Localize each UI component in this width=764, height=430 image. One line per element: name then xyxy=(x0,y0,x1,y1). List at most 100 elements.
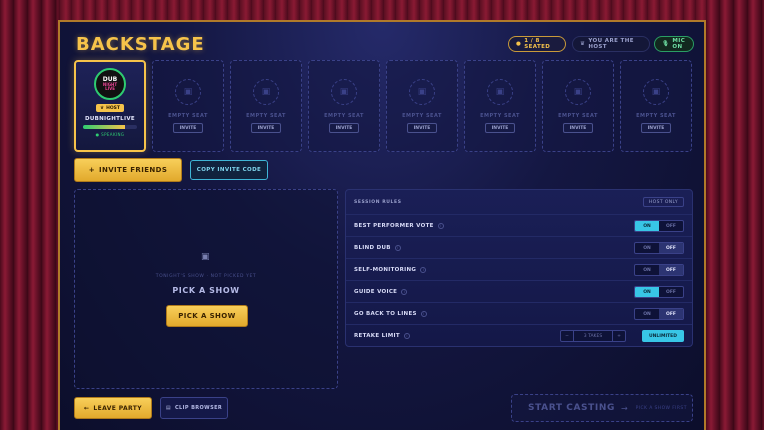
rule-toggle: ON OFF xyxy=(634,286,684,298)
toggle-off-option[interactable]: OFF xyxy=(659,243,683,253)
show-picker-panel: ▣ TONIGHT'S SHOW · NOT PICKED YET PICK A… xyxy=(74,189,338,389)
toggle-on-option[interactable]: ON xyxy=(635,309,659,319)
seated-count-label: 1 / 8 SEATED xyxy=(524,38,551,50)
seat-invite-button[interactable]: INVITE xyxy=(251,123,281,133)
mic-toggle[interactable]: 🎙 MIC ON xyxy=(654,36,694,52)
leave-party-button[interactable]: ← LEAVE PARTY xyxy=(74,397,152,419)
crown-icon: ♛ xyxy=(100,105,105,111)
rule-toggle: ON OFF xyxy=(634,242,684,254)
unlimited-button[interactable]: UNLIMITED xyxy=(642,330,684,342)
empty-seat-card: ▣ EMPTY SEAT INVITE xyxy=(620,60,692,152)
info-icon[interactable]: i xyxy=(401,288,408,295)
tv-icon: ▣ xyxy=(201,252,210,262)
seat-invite-button[interactable]: INVITE xyxy=(641,123,671,133)
empty-seat-card: ▣ EMPTY SEAT INVITE xyxy=(542,60,614,152)
dub-night-live-logo: DUB NIGHT LIVE xyxy=(94,68,126,100)
empty-seat-label: EMPTY SEAT xyxy=(402,113,442,119)
info-icon[interactable]: i xyxy=(420,266,427,273)
rule-row: SELF-MONITORING i ON OFF xyxy=(346,258,692,280)
toggle-on-option[interactable]: ON xyxy=(635,287,659,297)
toggle-on-option[interactable]: ON xyxy=(635,221,659,231)
retake-value: 3 TAKES xyxy=(573,331,613,341)
decrement-button[interactable]: − xyxy=(561,331,573,341)
info-icon[interactable]: i xyxy=(420,310,427,317)
session-rules-heading: SESSION RULES xyxy=(354,200,402,205)
seated-count-badge: ● 1 / 8 SEATED xyxy=(508,36,566,52)
toggle-off-option[interactable]: OFF xyxy=(659,287,683,297)
curtain-right xyxy=(706,0,764,430)
retake-limit-label: RETAKE LIMIT xyxy=(354,332,400,339)
film-icon: ▤ xyxy=(165,405,171,411)
mic-status-label: MIC ON xyxy=(672,38,686,50)
tonight-show-status: TONIGHT'S SHOW · NOT PICKED YET xyxy=(155,274,257,279)
rule-label: GUIDE VOICE xyxy=(354,288,398,295)
rule-label: SELF-MONITORING xyxy=(354,266,417,273)
empty-seat-card: ▣ EMPTY SEAT INVITE xyxy=(464,60,536,152)
info-icon[interactable]: i xyxy=(437,222,444,229)
seat-icon: ▣ xyxy=(331,79,357,105)
empty-seat-card: ▣ EMPTY SEAT INVITE xyxy=(230,60,302,152)
seat-invite-button[interactable]: INVITE xyxy=(485,123,515,133)
seat-icon: ▣ xyxy=(487,79,513,105)
copy-invite-code-button[interactable]: COPY INVITE CODE xyxy=(190,160,268,180)
empty-seat-card: ▣ EMPTY SEAT INVITE xyxy=(308,60,380,152)
invite-friends-button[interactable]: + INVITE FRIENDS xyxy=(74,158,182,182)
pick-show-button[interactable]: PICK A SHOW xyxy=(166,305,248,327)
curtain-top xyxy=(0,0,764,22)
mic-level-fill xyxy=(83,125,126,129)
retake-limit-row: RETAKE LIMIT i − 3 TAKES + UNLIMITED xyxy=(346,324,692,346)
host-status-label: YOU ARE THE HOST xyxy=(588,38,634,50)
clip-browser-button[interactable]: ▤ CLIP BROWSER xyxy=(160,397,228,419)
seat-icon: ▣ xyxy=(175,79,201,105)
seat-row: DUB NIGHT LIVE ♛ HOST DUBNIGHTLIVE ● SPE… xyxy=(74,60,692,152)
rule-label: GO BACK TO LINES xyxy=(354,310,417,317)
seat-icon: ▣ xyxy=(409,79,435,105)
increment-button[interactable]: + xyxy=(613,331,625,341)
toggle-off-option[interactable]: OFF xyxy=(659,265,683,275)
empty-seat-label: EMPTY SEAT xyxy=(636,113,676,119)
mic-icon: 🎙 xyxy=(662,41,670,47)
host-username: DUBNIGHTLIVE xyxy=(85,116,135,122)
rule-row: BLIND DUB i ON OFF xyxy=(346,236,692,258)
speaking-status: ● SPEAKING xyxy=(95,132,125,137)
rule-label: BLIND DUB xyxy=(354,244,391,251)
plus-icon: + xyxy=(88,166,95,174)
info-icon[interactable]: i xyxy=(394,244,401,251)
arrow-left-icon: ← xyxy=(83,404,90,412)
seat-invite-button[interactable]: INVITE xyxy=(407,123,437,133)
session-rules-panel: SESSION RULES HOST ONLY BEST PERFORMER V… xyxy=(345,189,693,347)
seat-invite-button[interactable]: INVITE xyxy=(173,123,203,133)
seat-icon: ▣ xyxy=(565,79,591,105)
rule-toggle: ON OFF xyxy=(634,264,684,276)
page-title: BACKSTAGE xyxy=(76,34,205,55)
empty-seat-label: EMPTY SEAT xyxy=(480,113,520,119)
toggle-on-option[interactable]: ON xyxy=(635,265,659,275)
empty-seat-card: ▣ EMPTY SEAT INVITE xyxy=(386,60,458,152)
pick-show-heading: PICK A SHOW xyxy=(172,286,240,295)
seat-invite-button[interactable]: INVITE xyxy=(563,123,593,133)
seat-icon: ▣ xyxy=(643,79,669,105)
retake-stepper: − 3 TAKES + xyxy=(560,330,626,342)
rule-row: GO BACK TO LINES i ON OFF xyxy=(346,302,692,324)
empty-seat-card: ▣ EMPTY SEAT INVITE xyxy=(152,60,224,152)
toggle-on-option[interactable]: ON xyxy=(635,243,659,253)
rule-toggle: ON OFF xyxy=(634,308,684,320)
info-icon[interactable]: i xyxy=(403,332,410,339)
start-casting-hint: PICK A SHOW FIRST xyxy=(635,405,687,411)
host-only-badge: HOST ONLY xyxy=(642,197,684,207)
host-seat-card: DUB NIGHT LIVE ♛ HOST DUBNIGHTLIVE ● SPE… xyxy=(74,60,146,152)
arrow-right-icon: → xyxy=(620,403,628,413)
toggle-off-option[interactable]: OFF xyxy=(659,309,683,319)
toggle-off-option[interactable]: OFF xyxy=(659,221,683,231)
seat-invite-button[interactable]: INVITE xyxy=(329,123,359,133)
rule-toggle: ON OFF xyxy=(634,220,684,232)
rule-row: GUIDE VOICE i ON OFF xyxy=(346,280,692,302)
empty-seat-label: EMPTY SEAT xyxy=(558,113,598,119)
empty-seat-label: EMPTY SEAT xyxy=(246,113,286,119)
host-status-badge: ♛ YOU ARE THE HOST xyxy=(572,36,650,52)
rule-label: BEST PERFORMER VOTE xyxy=(354,222,434,229)
start-casting-button[interactable]: START CASTING → PICK A SHOW FIRST xyxy=(511,394,693,422)
mic-level-meter xyxy=(83,125,137,129)
crown-icon: ♛ xyxy=(580,41,586,47)
seat-icon: ▣ xyxy=(253,79,279,105)
